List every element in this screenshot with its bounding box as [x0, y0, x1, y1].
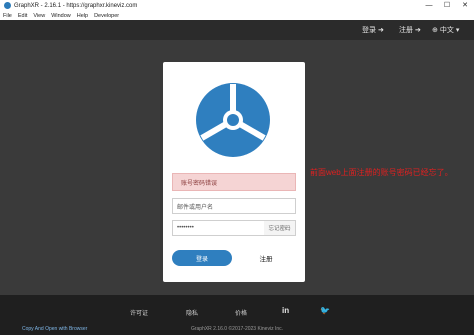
language-label: 中文	[439, 27, 454, 34]
linkedin-icon[interactable]: in	[282, 306, 289, 315]
login-button[interactable]: 登录	[172, 250, 232, 266]
nav-register-link[interactable]: 注册 ➔	[399, 25, 421, 35]
globe-icon: ⊕	[432, 27, 438, 34]
chevron-down-icon: ▾	[455, 27, 460, 34]
menu-file[interactable]: File	[0, 13, 15, 19]
minimize-button[interactable]: —	[420, 0, 438, 11]
username-input[interactable]: 邮件或用户名	[172, 198, 296, 214]
nav-register-label: 注册	[399, 27, 413, 34]
footer-pricing-link[interactable]: 价格	[235, 308, 247, 317]
window-titlebar: GraphXR - 2.16.1 - https://graphxr.kinev…	[0, 0, 474, 11]
password-input[interactable]: ••••••••	[172, 220, 268, 236]
menu-help[interactable]: Help	[74, 13, 91, 19]
nav-login-link[interactable]: 登录 ➜	[362, 25, 384, 35]
graphxr-logo-icon	[196, 83, 270, 157]
login-arrow-icon: ➜	[378, 27, 384, 34]
menu-view[interactable]: View	[30, 13, 48, 19]
footer-privacy-link[interactable]: 隐私	[186, 308, 198, 317]
signup-link[interactable]: 注册	[252, 250, 280, 266]
close-button[interactable]: ✕	[456, 0, 474, 11]
register-circle-icon: ➔	[415, 27, 421, 34]
error-alert: 账号密码错误	[172, 173, 296, 191]
copyright-text: GraphXR 2.16.0 ©2017-2023 Kineviz Inc.	[190, 326, 284, 332]
nav-login-label: 登录	[362, 27, 376, 34]
app-logo-icon	[4, 2, 11, 9]
maximize-button[interactable]: ☐	[438, 0, 456, 11]
language-selector[interactable]: ⊕ 中文 ▾	[432, 25, 459, 35]
menu-window[interactable]: Window	[48, 13, 74, 19]
footer: 许可证 隐私 价格 in 🐦 Copy And Open with Browse…	[0, 295, 474, 335]
window-controls: — ☐ ✕	[420, 0, 474, 11]
menu-developer[interactable]: Developer	[91, 13, 122, 19]
forgot-password-button[interactable]: 忘记密码	[264, 220, 296, 236]
annotation-note: 前面web上面注册的账号密码已经忘了。	[310, 168, 453, 177]
footer-license-link[interactable]: 许可证	[130, 308, 148, 317]
top-nav: 登录 ➜ 注册 ➔ ⊕ 中文 ▾	[0, 20, 474, 40]
twitter-icon[interactable]: 🐦	[320, 306, 330, 315]
menu-edit[interactable]: Edit	[15, 13, 30, 19]
window-title: GraphXR - 2.16.1 - https://graphxr.kinev…	[14, 2, 138, 9]
